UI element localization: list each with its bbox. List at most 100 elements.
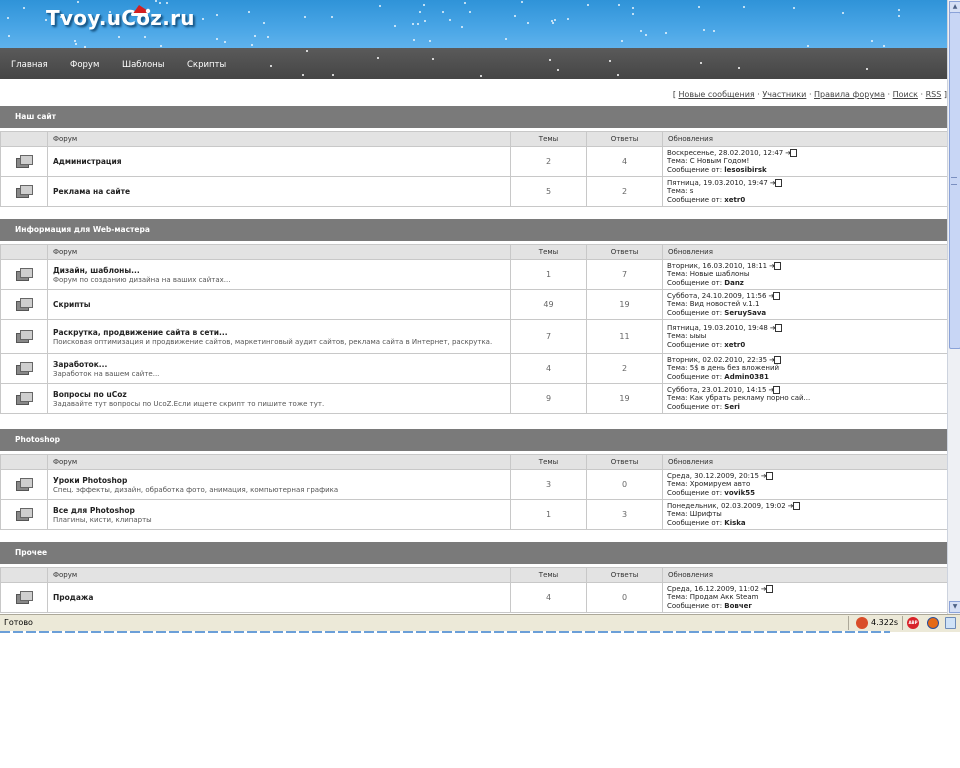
topics-count: 3 [510,469,587,500]
snowflake [566,18,569,21]
last-post-topic[interactable]: Продам Акк Steam [690,593,759,601]
last-post-author[interactable]: vovik55 [724,489,755,497]
updates-column-header: Обновления [662,567,947,583]
last-post-author[interactable]: Admin0381 [724,373,769,381]
last-post-date-line: Вторник, 02.02.2010, 22:35 ➔ [667,356,947,365]
forum-name-link[interactable]: Уроки Photoshop [53,476,510,485]
forum-name-link[interactable]: Администрация [53,157,510,166]
vertical-scrollbar[interactable]: ▲ ▼ [947,0,960,614]
forum-table: Форум Темы Ответы Обновления Продажа 4 0 Среда,… [0,567,947,613]
forum-name-cell: Реклама на сайте [47,176,511,207]
search-link[interactable]: Поиск [893,90,918,99]
forum-column-header: Форум [47,567,511,583]
scroll-down-arrow[interactable]: ▼ [949,601,960,613]
last-post-author[interactable]: Bовчег [724,602,752,610]
forum-name-link[interactable]: Скрипты [53,300,510,309]
forum-name-link[interactable]: Продажа [53,593,510,602]
snowflake [202,18,205,21]
forum-name-cell: Вопросы по uCoz Задавайте тут вопросы по … [47,383,511,414]
go-to-last-post-icon[interactable]: ➔ [769,262,782,271]
go-to-last-post-icon[interactable]: ➔ [768,292,781,301]
last-post-author[interactable]: xetr0 [724,196,745,204]
go-to-last-post-icon[interactable]: ➔ [761,585,773,594]
snowflake [7,34,10,37]
snowflake [449,19,452,22]
topic-label: Тема: [667,510,688,519]
go-to-last-post-icon[interactable]: ➔ [770,179,782,188]
go-to-last-post-icon[interactable]: ➔ [769,356,782,365]
nav-templates[interactable]: Шаблоны [122,60,164,70]
main-nav: Главная Форум Шаблоны Скрипты [0,48,947,79]
go-to-last-post-icon[interactable]: ➔ [768,386,781,395]
last-post-topic[interactable]: 5$ в день без вложений [690,364,779,372]
last-post-topic[interactable]: ыыы [690,332,707,340]
rss-link[interactable]: RSS [926,90,942,99]
forum-name-link[interactable]: Все для Photoshop [53,506,510,515]
firefox-icon[interactable] [927,617,939,629]
snowflake [713,30,716,33]
nav-forum[interactable]: Форум [70,60,99,70]
last-post-cell: Суббота, 24.10.2009, 11:56 ➔ Тема: Вид нов… [662,289,947,320]
forum-category: Информация для Web-мастера Форум Темы Ответ… [0,219,947,414]
nav-scripts[interactable]: Скрипты [187,60,226,70]
category-title[interactable]: Photoshop [0,429,947,451]
go-to-last-post-icon[interactable]: ➔ [761,472,773,481]
site-logo[interactable]: Tvoy.uCoz.ru [46,6,195,30]
forum-name-cell: Все для Photoshop Плагины, кисти, клипарт… [47,499,511,530]
last-post-author[interactable]: Danz [724,279,744,287]
members-link[interactable]: Участники [762,90,806,99]
last-post-topic[interactable]: Вид новостей v.1.1 [690,300,760,308]
snowflake [423,20,426,23]
category-title[interactable]: Наш сайт [0,106,947,128]
last-post-topic[interactable]: Как убрать рекламу порно сай... [690,394,810,402]
snowflake [216,13,219,16]
snowflake [224,40,227,43]
snowflake [216,38,219,41]
last-post-date: Суббота, 23.01.2010, 14:15 [667,385,767,394]
replies-count: 0 [586,469,663,500]
forum-rules-link[interactable]: Правила форума [814,90,885,99]
last-post-topic[interactable]: Шрифты [690,510,722,518]
column-header-row: Форум Темы Ответы Обновления [0,567,947,583]
snowflake [165,2,168,5]
last-post-date-line: Среда, 30.12.2009, 20:15 ➔ [667,472,947,481]
go-to-last-post-icon[interactable]: ➔ [785,149,798,158]
last-post-author[interactable]: lesosibirsk [724,166,766,174]
forum-description: Плагины, кисти, клипарты [53,515,152,524]
last-post-author[interactable]: xetr0 [724,341,745,349]
last-post-author[interactable]: Seri [724,403,740,411]
last-post-author[interactable]: SeruySava [724,309,766,317]
replies-column-header: Ответы [586,567,663,583]
last-post-topic[interactable]: Хромируем авто [690,480,751,488]
last-post-date: Среда, 16.12.2009, 11:02 [667,584,759,593]
forum-name-link[interactable]: Вопросы по uCoz [53,390,510,399]
snowflake [468,10,471,13]
category-title[interactable]: Информация для Web-мастера [0,219,947,241]
forum-name-link[interactable]: Дизайн, шаблоны... [53,266,510,275]
last-post-author[interactable]: Kiska [724,519,745,527]
last-post-date-line: Вторник, 16.03.2010, 18:11 ➔ [667,262,947,271]
replies-count: 2 [586,176,663,207]
forum-name-link[interactable]: Раскрутка, продвижение сайта в сети... [53,328,510,337]
last-post-topic[interactable]: Новые шаблоны [690,270,750,278]
forum-name-link[interactable]: Заработок... [53,360,510,369]
last-post-author-line: Сообщение от: Seri [667,403,947,412]
from-label: Сообщение от: [667,195,723,204]
new-messages-link[interactable]: Новые сообщения [678,90,754,99]
go-to-last-post-icon[interactable]: ➔ [788,502,800,511]
forum-row: Уроки Photoshop Спец. эффекты, дизайн, об… [0,469,947,500]
category-title[interactable]: Прочее [0,542,947,564]
forum-name-cell: Заработок... Заработок на вашем сайте... [47,353,511,384]
last-post-author-line: Сообщение от: lesosibirsk [667,166,947,175]
nav-home[interactable]: Главная [11,60,48,70]
page-info-icon[interactable] [945,617,956,629]
adblock-icon[interactable]: ABP [907,617,919,629]
snowflake [76,0,79,3]
forum-name-link[interactable]: Реклама на сайте [53,187,510,196]
last-post-topic[interactable]: С Новым Годом! [690,157,750,165]
snowflake [394,25,397,28]
speed-icon[interactable] [856,617,868,629]
go-to-last-post-icon[interactable]: ➔ [770,324,782,333]
last-post-topic[interactable]: s [690,187,694,195]
topics-column-header: Темы [510,454,587,470]
